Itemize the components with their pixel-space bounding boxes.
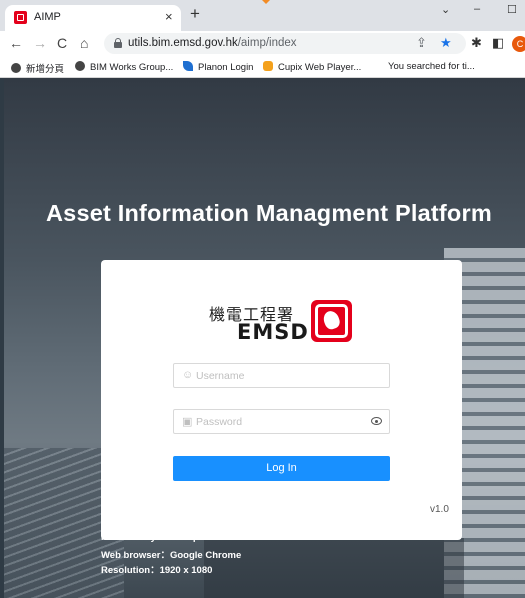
tab-strip: AIMP × + ⌄ – ☐ — [0, 0, 525, 31]
home-icon[interactable]: ⌂ — [80, 34, 88, 52]
page-viewport: Asset Information Managment Platform 機電工… — [4, 78, 525, 598]
bookmarks-bar: 新增分頁 BIM Works Group... Planon Login Cup… — [0, 57, 525, 78]
tab-close-button[interactable]: × — [165, 8, 173, 26]
login-card: 機電工程署 EMSD ☺ ▣ Log In v1.0 — [101, 260, 462, 540]
username-field[interactable]: ☺ — [173, 363, 390, 388]
bookmark-cupix-web-player[interactable]: Cupix Web Player... — [263, 61, 361, 73]
tab-title: AIMP — [34, 11, 61, 23]
bookmark-you-searched[interactable]: You searched for ti... — [388, 61, 475, 72]
url-text[interactable]: utils.bim.emsd.gov.hk/aimp/index — [128, 37, 297, 49]
user-icon: ☺ — [182, 369, 194, 381]
show-password-eye-icon[interactable] — [371, 417, 382, 425]
bookmark-star-icon[interactable]: ★ — [440, 35, 452, 51]
page-title: Asset Information Managment Platform — [46, 200, 492, 226]
requirements-resolution: Resolution：1920 x 1080 — [101, 565, 213, 576]
forward-arrow-icon[interactable]: → — [33, 34, 47, 52]
login-button[interactable]: Log In — [173, 456, 390, 481]
bookmark-planon-login[interactable]: Planon Login — [183, 61, 253, 73]
reload-icon[interactable]: C — [57, 34, 67, 52]
globe-icon — [75, 61, 85, 71]
requirements-browser: Web browser：Google Chrome — [101, 550, 242, 561]
username-input[interactable] — [196, 368, 366, 384]
tab-search-chevron-icon[interactable]: ⌄ — [441, 3, 450, 16]
password-field[interactable]: ▣ — [173, 409, 390, 434]
bookmark-new-tab[interactable]: 新增分頁 — [11, 61, 64, 75]
planon-icon — [183, 61, 193, 71]
emsd-logo-icon — [311, 300, 352, 342]
notification-marker — [262, 0, 270, 4]
bookmark-bim-works-group[interactable]: BIM Works Group... — [75, 61, 173, 73]
browser-tab[interactable]: AIMP × — [5, 5, 181, 31]
cupix-icon — [263, 61, 273, 71]
emsd-favicon-icon — [14, 11, 27, 24]
password-input[interactable] — [196, 414, 366, 430]
browser-toolbar: ← → C ⌂ utils.bim.emsd.gov.hk/aimp/index… — [0, 31, 525, 57]
version-label: v1.0 — [430, 504, 449, 515]
maximize-button[interactable]: ☐ — [507, 3, 517, 16]
back-arrow-icon[interactable]: ← — [9, 34, 23, 52]
share-icon[interactable]: ⇪ — [416, 35, 427, 51]
minimize-button[interactable]: – — [474, 3, 480, 15]
address-bar[interactable]: utils.bim.emsd.gov.hk/aimp/index ⇪ ★ — [104, 33, 466, 54]
globe-icon — [11, 63, 21, 73]
lock-icon — [114, 38, 122, 48]
background-ground — [204, 538, 464, 598]
requirements-heading: Minimum system requirements — [101, 532, 241, 543]
profile-avatar[interactable]: C — [512, 36, 525, 52]
lock-icon: ▣ — [182, 416, 193, 428]
extensions-puzzle-icon[interactable]: ✱ — [471, 35, 482, 51]
url-path: /aimp/index — [237, 37, 297, 49]
side-panel-icon[interactable]: ◧ — [492, 35, 504, 51]
logo-english-text: EMSD — [237, 320, 309, 344]
url-host: utils.bim.emsd.gov.hk — [128, 37, 238, 49]
new-tab-button[interactable]: + — [190, 5, 200, 22]
